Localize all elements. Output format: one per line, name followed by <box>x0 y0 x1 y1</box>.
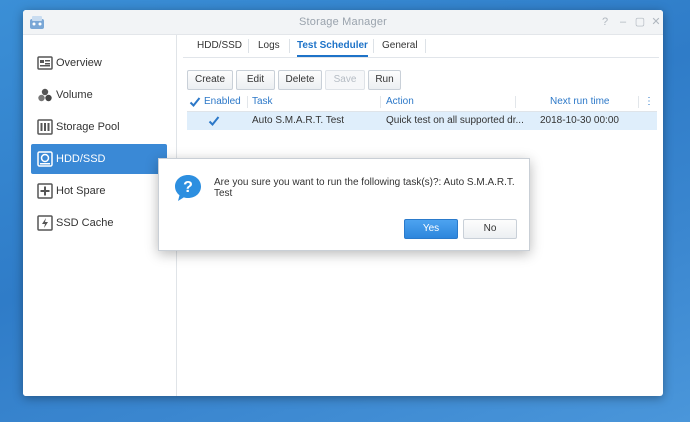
sidebar-item-hdd-ssd[interactable]: HDD/SSD <box>31 144 167 174</box>
volume-icon <box>38 88 52 102</box>
title-bar: Storage Manager ? – ▢ ✕ <box>23 10 663 35</box>
delete-button[interactable]: Delete <box>278 70 322 90</box>
tab-bar: HDD/SSD Logs Test Scheduler General <box>183 35 659 58</box>
column-divider <box>638 96 639 108</box>
cell-next-run-time: 2018-10-30 00:00 <box>540 115 619 126</box>
sidebar-item-label: SSD Cache <box>56 217 114 229</box>
help-icon[interactable]: ? <box>599 16 611 28</box>
sidebar-item-label: Hot Spare <box>56 185 106 197</box>
maximize-icon[interactable]: ▢ <box>634 16 646 28</box>
edit-button[interactable]: Edit <box>236 70 275 90</box>
cell-action: Quick test on all supported dr... <box>386 115 524 126</box>
confirm-dialog: ? Are you sure you want to run the follo… <box>158 158 530 251</box>
tab-test-scheduler[interactable]: Test Scheduler <box>297 35 368 57</box>
column-header-enabled[interactable]: Enabled <box>204 93 241 111</box>
run-button[interactable]: Run <box>368 70 401 90</box>
ssd-cache-icon <box>37 215 53 231</box>
tab-divider <box>248 39 249 53</box>
dialog-message: Are you sure you want to run the followi… <box>214 177 515 199</box>
sidebar-item-volume[interactable]: Volume <box>31 80 167 110</box>
tab-divider <box>373 39 374 53</box>
overview-icon <box>37 56 53 70</box>
svg-text:?: ? <box>183 179 193 196</box>
enabled-checkbox-icon[interactable] <box>208 115 220 127</box>
hdd-icon <box>37 151 53 167</box>
sidebar-item-label: HDD/SSD <box>56 153 106 165</box>
create-button[interactable]: Create <box>187 70 233 90</box>
sidebar-item-overview[interactable]: Overview <box>31 48 167 78</box>
tab-divider <box>289 39 290 53</box>
column-header-next-run-time[interactable]: Next run time <box>550 93 609 111</box>
tab-logs[interactable]: Logs <box>258 35 280 57</box>
save-button[interactable]: Save <box>325 70 365 90</box>
select-all-checkbox-icon[interactable] <box>189 96 201 108</box>
column-divider <box>247 96 248 108</box>
close-icon[interactable]: ✕ <box>650 16 662 28</box>
tab-divider <box>425 39 426 53</box>
sidebar-item-hot-spare[interactable]: Hot Spare <box>31 176 167 206</box>
sidebar-item-label: Storage Pool <box>56 121 120 133</box>
table-row[interactable]: Auto S.M.A.R.T. Test Quick test on all s… <box>187 112 657 130</box>
sidebar-item-storage-pool[interactable]: Storage Pool <box>31 112 167 142</box>
hot-spare-icon <box>37 183 53 199</box>
column-divider <box>515 96 516 108</box>
column-header-action[interactable]: Action <box>386 93 414 111</box>
sidebar-item-label: Volume <box>56 89 93 101</box>
column-divider <box>380 96 381 108</box>
tab-general[interactable]: General <box>382 35 418 57</box>
sidebar: Overview Volume Storage Pool HDD/SSD Hot… <box>23 35 177 396</box>
question-icon: ? <box>175 175 201 201</box>
column-header-task[interactable]: Task <box>252 93 273 111</box>
grid-header: Enabled Task Action Next run time ⋮ <box>187 93 657 112</box>
yes-button[interactable]: Yes <box>404 219 458 239</box>
minimize-icon[interactable]: – <box>617 16 629 28</box>
window-title: Storage Manager <box>299 16 387 28</box>
cell-task: Auto S.M.A.R.T. Test <box>252 115 345 126</box>
tab-hdd-ssd[interactable]: HDD/SSD <box>197 35 242 57</box>
sidebar-item-ssd-cache[interactable]: SSD Cache <box>31 208 167 238</box>
column-menu-icon[interactable]: ⋮ <box>644 93 654 111</box>
no-button[interactable]: No <box>463 219 517 239</box>
sidebar-item-label: Overview <box>56 57 102 69</box>
storage-pool-icon <box>37 119 53 135</box>
